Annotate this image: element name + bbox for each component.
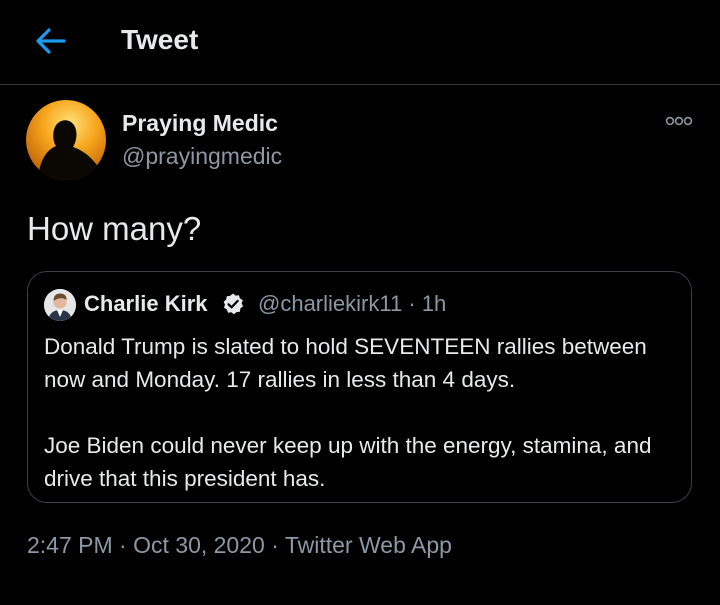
quoted-tweet-age[interactable]: 1h	[422, 291, 446, 316]
meta-separator: ·	[119, 532, 127, 558]
arrow-left-icon	[36, 28, 66, 54]
author-avatar[interactable]	[26, 100, 106, 180]
verified-badge-icon	[221, 292, 245, 316]
tweet-text: How many?	[27, 210, 202, 247]
top-bar: Tweet	[0, 0, 720, 85]
quoted-meta: @charliekirk11 · 1h	[258, 291, 446, 317]
quoted-paragraph: Donald Trump is slated to hold SEVENTEEN…	[44, 334, 647, 392]
meta-separator: ·	[271, 532, 279, 558]
author-handle[interactable]: @prayingmedic	[122, 143, 282, 170]
tweet-metadata: 2:47 PM · Oct 30, 2020 · Twitter Web App	[27, 532, 452, 559]
quoted-author-avatar[interactable]	[44, 289, 76, 321]
quoted-paragraph: Joe Biden could never keep up with the e…	[44, 433, 652, 491]
quoted-author-name[interactable]: Charlie Kirk	[84, 291, 208, 317]
tweet-date[interactable]: Oct 30, 2020	[133, 532, 265, 558]
tweet-source[interactable]: Twitter Web App	[285, 532, 452, 558]
meta-separator: ·	[408, 291, 416, 316]
author-name[interactable]: Praying Medic	[122, 110, 278, 137]
tweet-time[interactable]: 2:47 PM	[27, 532, 113, 558]
more-icon	[665, 116, 693, 126]
more-options-button[interactable]	[664, 113, 694, 129]
quoted-author-handle[interactable]: @charliekirk11	[258, 291, 402, 316]
quoted-tweet-text: Donald Trump is slated to hold SEVENTEEN…	[44, 330, 684, 495]
page-title: Tweet	[121, 24, 199, 55]
back-button[interactable]	[34, 26, 68, 56]
quoted-tweet-card[interactable]: Charlie Kirk @charliekirk11 · 1h Donald …	[27, 271, 692, 503]
